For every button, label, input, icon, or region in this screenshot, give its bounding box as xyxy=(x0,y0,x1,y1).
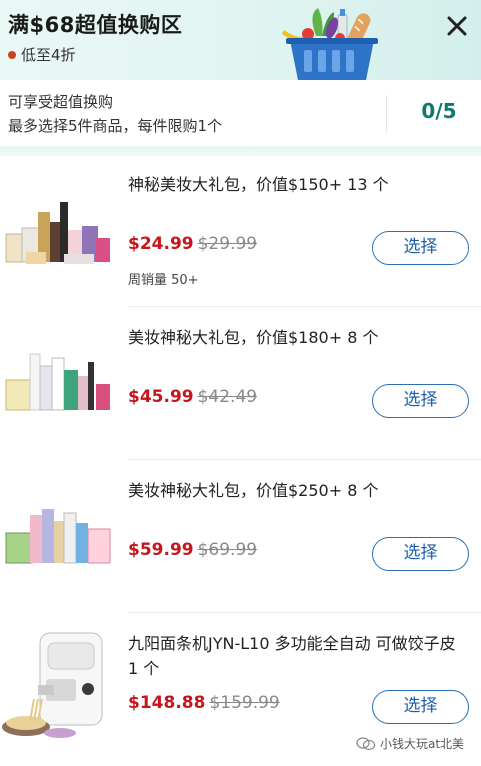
redemption-info-line2: 最多选择5件商品，每件限购1个 xyxy=(8,117,223,135)
product-original-price: $159.99 xyxy=(209,693,280,713)
price-row: $148.88 $159.99 xyxy=(128,693,280,713)
shopping-basket-icon xyxy=(282,8,378,80)
product-image[interactable] xyxy=(0,322,115,437)
product-title[interactable]: 美妆神秘大礼包，价值$250+ 8 个 xyxy=(128,478,468,503)
product-item: 美妆神秘大礼包，价值$180+ 8 个 $45.99 $42.49 选择 xyxy=(0,307,481,460)
cosmetics-bundle-image xyxy=(5,201,110,264)
redemption-info-line1: 可享受超值换购 xyxy=(8,93,114,111)
cosmetics-bundle-image xyxy=(5,353,110,410)
price-row: $24.99 $29.99 xyxy=(128,234,257,254)
product-image[interactable] xyxy=(0,625,115,740)
select-button[interactable]: 选择 xyxy=(372,690,469,724)
header-subtitle-text: 低至4折 xyxy=(21,46,76,64)
product-original-price: $69.99 xyxy=(197,540,258,560)
cosmetics-bundle-image xyxy=(5,508,110,563)
product-price: $148.88 xyxy=(128,693,206,713)
price-row: $59.99 $69.99 xyxy=(128,540,257,560)
close-icon[interactable] xyxy=(443,12,471,40)
noodle-maker-image xyxy=(2,632,103,738)
product-image[interactable] xyxy=(0,169,115,284)
weekly-sales: 周销量 50+ xyxy=(128,273,199,288)
product-title[interactable]: 神秘美妆大礼包，价值$150+ 13 个 xyxy=(128,172,468,197)
header-subtitle: 低至4折 xyxy=(8,44,76,65)
product-title[interactable]: 美妆神秘大礼包，价值$180+ 8 个 xyxy=(128,325,468,350)
header: 满$68超值换购区 低至4折 xyxy=(0,0,481,80)
divider xyxy=(386,95,387,133)
product-price: $45.99 xyxy=(128,387,194,407)
selection-counter: 0/5 xyxy=(421,99,457,123)
header-title: 满$68超值换购区 xyxy=(8,13,183,37)
watermark: 小钱大玩at北美 xyxy=(356,735,464,752)
product-price: $59.99 xyxy=(128,540,194,560)
select-button[interactable]: 选择 xyxy=(372,231,469,265)
product-original-price: $29.99 xyxy=(197,234,258,254)
product-original-price: $42.49 xyxy=(197,387,258,407)
product-price: $24.99 xyxy=(128,234,194,254)
watermark-text: 小钱大玩at北美 xyxy=(380,737,465,751)
select-button[interactable]: 选择 xyxy=(372,384,469,418)
redemption-info-bar: 可享受超值换购 最多选择5件商品，每件限购1个 0/5 xyxy=(0,80,481,146)
product-item: 神秘美妆大礼包，价值$150+ 13 个 $24.99 $29.99 周销量 50… xyxy=(0,154,481,307)
product-item: 美妆神秘大礼包，价值$250+ 8 个 $59.99 $69.99 选择 xyxy=(0,460,481,613)
select-button[interactable]: 选择 xyxy=(372,537,469,571)
product-title[interactable]: 九阳面条机JYN-L10 多功能全自动 可做饺子皮 1 个 xyxy=(128,631,468,681)
price-row: $45.99 $42.49 xyxy=(128,387,257,407)
wechat-icon xyxy=(356,736,376,750)
product-image[interactable] xyxy=(0,475,115,590)
accent-dot-icon xyxy=(8,50,16,59)
